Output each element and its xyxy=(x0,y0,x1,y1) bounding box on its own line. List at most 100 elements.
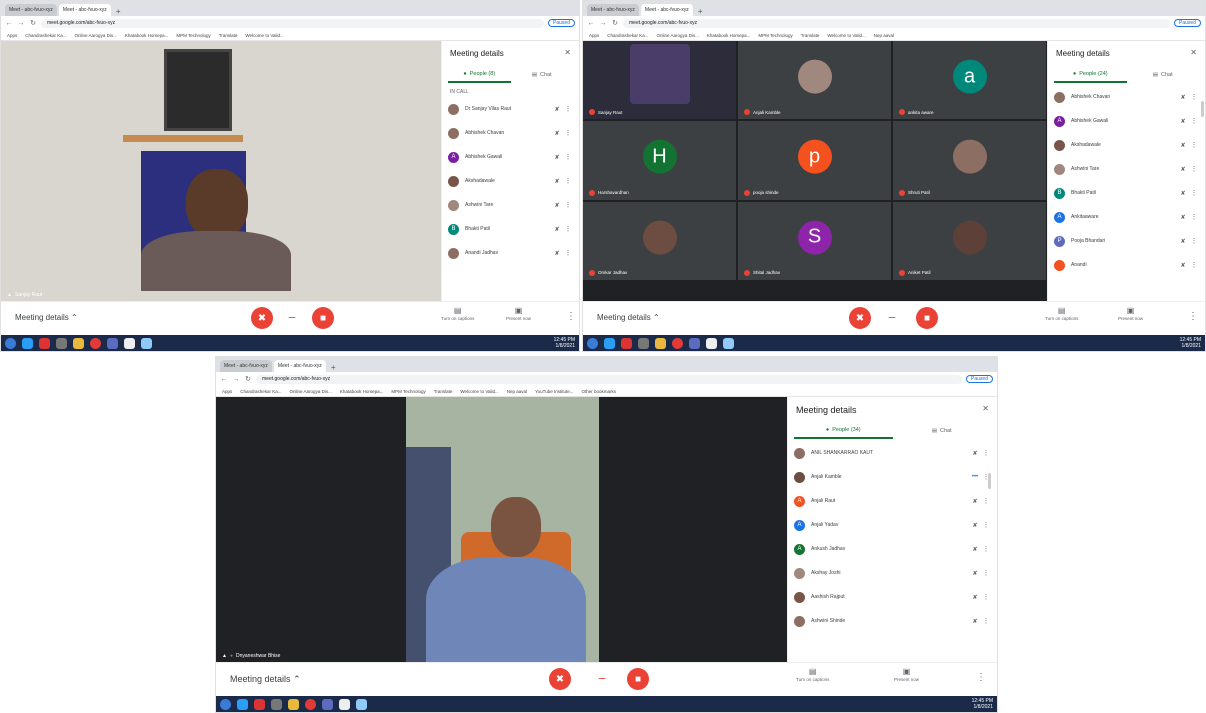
mic-off-icon[interactable]: ✘ xyxy=(969,522,981,529)
bookmark[interactable]: Chandrashekar Ka... xyxy=(607,33,648,38)
more-options-icon[interactable]: ⋮ xyxy=(1189,213,1199,221)
scrollbar-thumb[interactable] xyxy=(988,473,991,489)
more-options-icon[interactable]: ⋮ xyxy=(563,225,573,233)
tab-chat[interactable]: ▤ Chat xyxy=(1127,67,1200,83)
participant-row[interactable]: A Ankush Jadhav ✘ ⋮ xyxy=(788,537,997,561)
ie-icon[interactable] xyxy=(604,337,615,349)
more-options-icon[interactable]: ⋮ xyxy=(1189,261,1199,269)
profile-paused-button[interactable]: Paused xyxy=(966,375,993,383)
app-icon[interactable] xyxy=(638,337,649,349)
more-options-icon[interactable]: ⋮ xyxy=(563,129,573,137)
participant-row[interactable]: B Bhakti Patil ✘ ⋮ xyxy=(442,217,579,241)
browser-tab-active[interactable]: Meet - abc-fvuo-xyz xyxy=(273,360,326,372)
bookmark[interactable]: Online Aarogya Dis... xyxy=(290,389,332,394)
bookmark[interactable]: MPM Technology xyxy=(758,33,792,38)
bookmark[interactable]: Khatabook Homepa... xyxy=(125,33,169,38)
mic-off-icon[interactable]: ✘ xyxy=(551,130,563,137)
camera-off-button[interactable]: ■ xyxy=(916,307,938,329)
bookmark[interactable]: Translate xyxy=(219,33,238,38)
more-options-icon[interactable]: ⋮ xyxy=(563,105,573,113)
folder-icon[interactable] xyxy=(107,337,118,349)
more-options-icon[interactable]: ⋮ xyxy=(981,617,991,625)
app-icon[interactable] xyxy=(723,337,734,349)
app-icon[interactable] xyxy=(39,337,50,349)
tab-people[interactable]: ● People (24) xyxy=(1054,67,1127,83)
reload-icon[interactable]: ↻ xyxy=(244,375,252,383)
participant-row[interactable]: Anandi Jadhav ✘ ⋮ xyxy=(442,241,579,265)
forward-icon[interactable]: → xyxy=(17,20,25,27)
more-options-icon[interactable]: ⋮ xyxy=(563,249,573,257)
participant-row[interactable]: Ashwini Tare ✘ ⋮ xyxy=(1048,157,1205,181)
meeting-details-button[interactable]: Meeting details ⌃ xyxy=(230,674,301,685)
participant-row[interactable]: Ashwini Shinde ✘ ⋮ xyxy=(788,609,997,633)
mic-off-icon[interactable]: ✘ xyxy=(551,250,563,257)
present-button[interactable]: ▣ Present now xyxy=(506,306,531,322)
mic-off-icon[interactable]: ✘ xyxy=(551,154,563,161)
browser-tab-active[interactable]: Meet - abc-fvuo-xyz xyxy=(640,4,693,16)
mic-off-icon[interactable]: ✘ xyxy=(1177,262,1189,269)
captions-button[interactable]: ▤ Turn on captions xyxy=(796,667,829,683)
mic-off-icon[interactable]: ✘ xyxy=(1177,190,1189,197)
reload-icon[interactable]: ↻ xyxy=(29,19,37,27)
bookmark[interactable]: Chandrashekar Ka... xyxy=(25,33,66,38)
back-icon[interactable]: ← xyxy=(587,20,595,27)
file-icon[interactable] xyxy=(339,698,350,710)
scrollbar-thumb[interactable] xyxy=(1201,101,1204,117)
ie-icon[interactable] xyxy=(237,698,248,710)
video-tile[interactable]: p pooja shinde xyxy=(738,121,891,200)
participant-row[interactable]: ANIL SHANKARRAO KAUT ✘ ⋮ xyxy=(788,441,997,465)
bookmark[interactable]: Online Aarogya Dis... xyxy=(75,33,117,38)
forward-icon[interactable]: → xyxy=(599,20,607,27)
more-options-icon[interactable]: ⋮ xyxy=(981,449,991,457)
video-tile[interactable]: Anjali Kamble xyxy=(738,41,891,120)
participant-row[interactable]: A Anjali Yadav ✘ ⋮ xyxy=(788,513,997,537)
mic-off-icon[interactable]: ✘ xyxy=(1177,118,1189,125)
browser-tab[interactable]: Meet - abc-fvuo-xyz xyxy=(587,4,639,16)
present-button[interactable]: ▣ Present now xyxy=(894,667,919,683)
forward-icon[interactable]: → xyxy=(232,376,240,383)
participant-row[interactable]: A Abhishek Gawali ✘ ⋮ xyxy=(442,145,579,169)
bookmark[interactable]: Khatabook Homepa... xyxy=(340,389,384,394)
more-options-icon[interactable]: ⋮ xyxy=(1189,165,1199,173)
mic-off-button[interactable]: ✖ xyxy=(251,307,273,329)
address-bar[interactable]: meet.google.com/abc-fvuo-xyz xyxy=(256,374,963,384)
bookmark[interactable]: Apps xyxy=(222,389,232,394)
bookmark[interactable]: Apps xyxy=(7,33,17,38)
video-tile[interactable]: H Harshavardhan xyxy=(583,121,736,200)
more-options-icon[interactable]: ⋮ xyxy=(976,672,986,683)
participant-row[interactable]: A Ankitaaware ✘ ⋮ xyxy=(1048,205,1205,229)
bookmark[interactable]: Nep aaval xyxy=(874,33,894,38)
address-bar[interactable]: meet.google.com/abc-fvuo-xyz xyxy=(41,18,545,28)
app-icon[interactable] xyxy=(356,698,367,710)
participant-row[interactable]: B Bhakti Patil ✘ ⋮ xyxy=(1048,181,1205,205)
bookmark[interactable]: Welcome to Valid... xyxy=(827,33,865,38)
mic-off-icon[interactable]: ✘ xyxy=(969,618,981,625)
more-options-icon[interactable]: ⋮ xyxy=(1189,93,1199,101)
captions-button[interactable]: ▤ Turn on captions xyxy=(441,306,474,322)
hang-up-icon[interactable]: ⚊ xyxy=(888,310,896,321)
app-icon[interactable] xyxy=(621,337,632,349)
close-icon[interactable]: ✕ xyxy=(564,48,571,57)
more-options-icon[interactable]: ⋮ xyxy=(981,497,991,505)
app-icon[interactable] xyxy=(271,698,282,710)
mic-off-button[interactable]: ✖ xyxy=(549,668,571,690)
folder-icon[interactable] xyxy=(322,698,333,710)
mic-off-icon[interactable]: ✘ xyxy=(1177,94,1189,101)
mic-off-icon[interactable]: ✘ xyxy=(969,570,981,577)
participant-row[interactable]: A Anjali Raut ✘ ⋮ xyxy=(788,489,997,513)
bookmark[interactable]: Apps xyxy=(589,33,599,38)
tab-people[interactable]: ● People (34) xyxy=(794,423,893,439)
system-clock[interactable]: 12:45 PM 1/8/2021 xyxy=(972,698,993,710)
tab-people[interactable]: ● People (8) xyxy=(448,67,511,83)
camera-off-button[interactable]: ■ xyxy=(312,307,334,329)
mic-off-icon[interactable]: ✘ xyxy=(551,178,563,185)
close-icon[interactable]: ✕ xyxy=(1190,48,1197,57)
speaking-indicator-icon[interactable]: ••• xyxy=(969,474,981,480)
browser-tab[interactable]: Meet - abc-fvuo-xyz xyxy=(220,360,272,372)
app-icon[interactable] xyxy=(254,698,265,710)
new-tab-button[interactable]: + xyxy=(113,7,124,16)
bookmark[interactable]: Other bookmarks xyxy=(581,389,616,394)
file-icon[interactable] xyxy=(706,337,717,349)
start-icon[interactable] xyxy=(587,337,598,349)
mic-off-icon[interactable]: ✘ xyxy=(969,546,981,553)
